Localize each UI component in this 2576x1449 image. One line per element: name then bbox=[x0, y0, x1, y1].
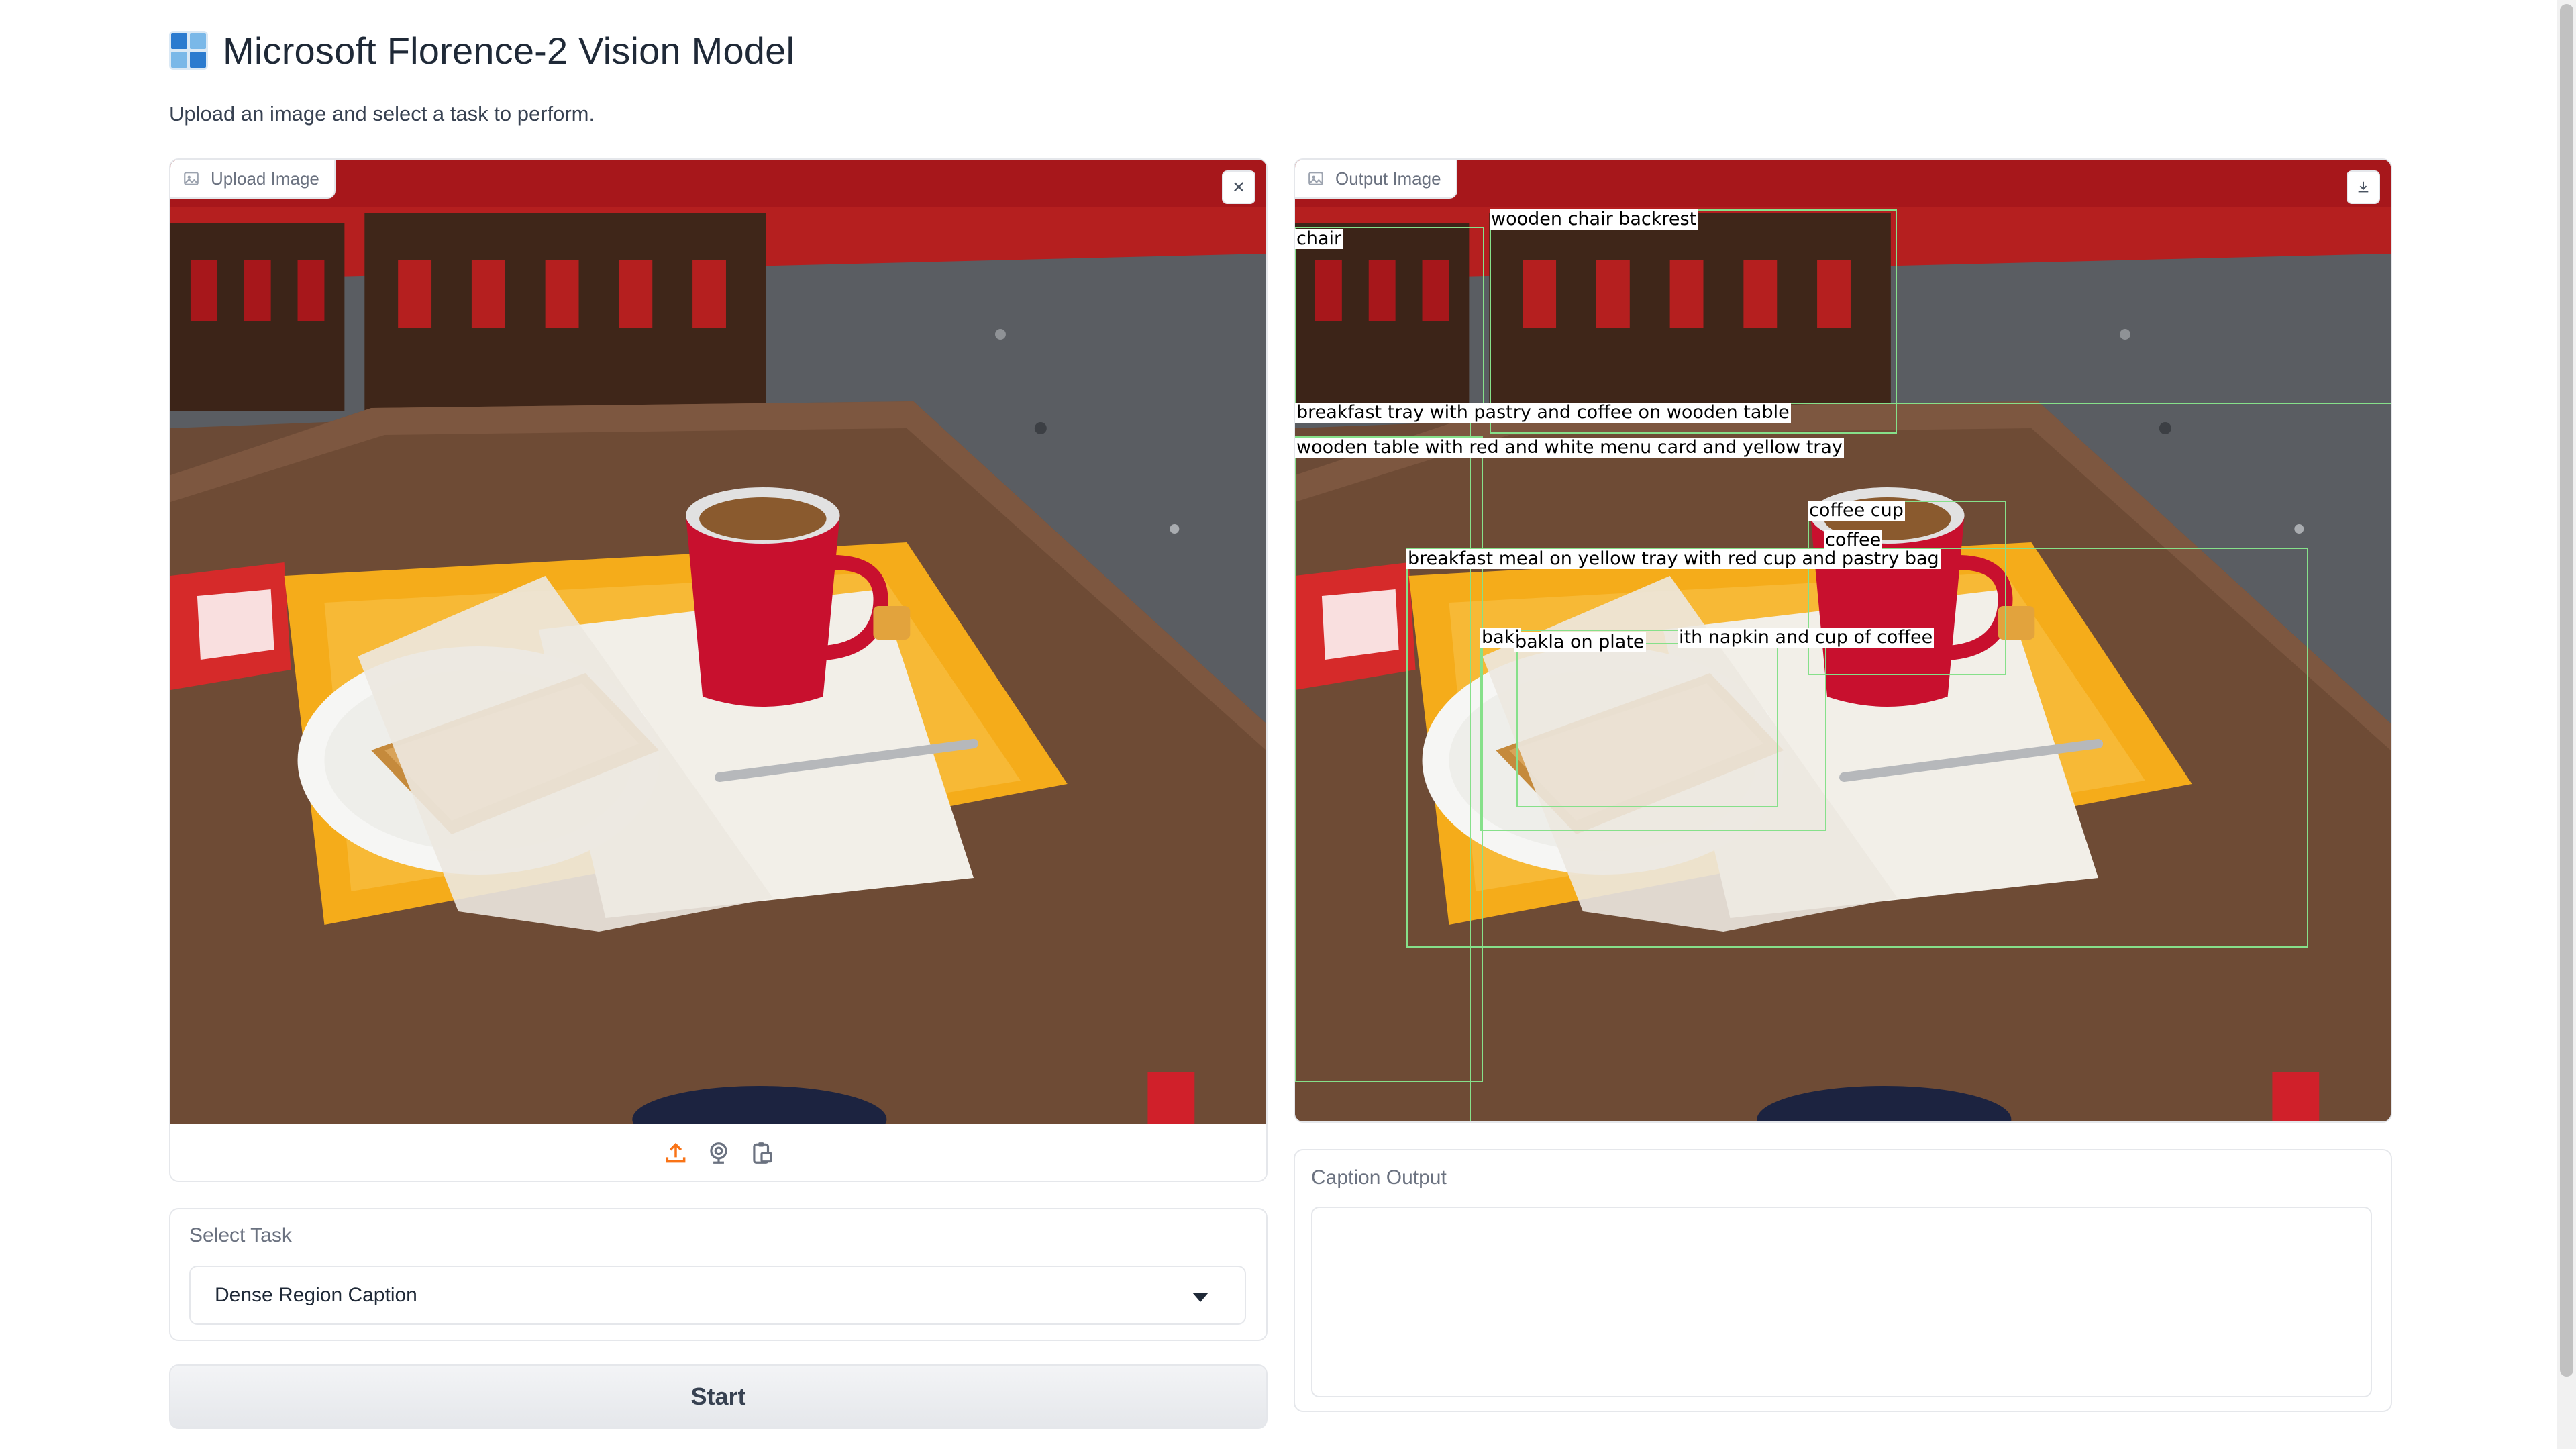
image-icon bbox=[184, 172, 199, 185]
detection-label: coffee cup bbox=[1808, 500, 1905, 521]
page-scrollbar[interactable] bbox=[2557, 0, 2576, 1449]
clear-image-button[interactable]: ✕ bbox=[1222, 170, 1255, 204]
output-image-label-text: Output Image bbox=[1335, 168, 1441, 189]
detection-label: wooden table with red and white menu car… bbox=[1295, 437, 1844, 458]
start-button[interactable]: Start bbox=[169, 1364, 1268, 1429]
detection-box-baklava-plate bbox=[1516, 643, 1778, 807]
caption-output-label: Caption Output bbox=[1311, 1166, 1447, 1189]
upload-icon[interactable] bbox=[663, 1140, 688, 1166]
detection-label: coffee bbox=[1824, 530, 1883, 550]
detection-box-chair bbox=[1295, 227, 1484, 415]
page-title: Microsoft Florence-2 Vision Model bbox=[223, 29, 795, 72]
caption-output-panel: Caption Output bbox=[1294, 1149, 2392, 1412]
webcam-icon[interactable] bbox=[706, 1140, 731, 1166]
scrollbar-thumb[interactable] bbox=[2560, 4, 2573, 1377]
chevron-down-icon[interactable] bbox=[1192, 1293, 1208, 1302]
app-header: Microsoft Florence-2 Vision Model bbox=[169, 26, 794, 75]
upload-source-toolbar bbox=[170, 1126, 1266, 1181]
upload-image-label-text: Upload Image bbox=[211, 168, 319, 189]
select-task-label: Select Task bbox=[189, 1224, 292, 1246]
detection-label: chair bbox=[1295, 228, 1343, 249]
detection-label: bakla on plate bbox=[1514, 632, 1646, 652]
task-dropdown-value: Dense Region Caption bbox=[215, 1284, 417, 1306]
detection-label: wooden chair backrest bbox=[1490, 209, 1698, 230]
output-image-panel: Output Image chair wooden chair backrest… bbox=[1294, 158, 2392, 1123]
close-icon: ✕ bbox=[1231, 178, 1246, 197]
clipboard-icon[interactable] bbox=[749, 1140, 774, 1166]
task-dropdown[interactable]: Dense Region Caption bbox=[189, 1266, 1246, 1325]
detection-label: breakfast tray with pastry and coffee on… bbox=[1295, 402, 1791, 423]
microsoft-logo-icon bbox=[169, 31, 208, 70]
detection-label: ith napkin and cup of coffee bbox=[1678, 627, 1935, 648]
output-image-label: Output Image bbox=[1295, 160, 1457, 199]
download-icon bbox=[2358, 181, 2369, 193]
upload-image-label: Upload Image bbox=[170, 160, 336, 199]
detection-box-chair-backrest bbox=[1490, 209, 1897, 434]
image-icon bbox=[1308, 172, 1323, 185]
caption-output-textarea[interactable] bbox=[1311, 1207, 2372, 1397]
page-subtitle: Upload an image and select a task to per… bbox=[169, 102, 595, 126]
upload-image-panel[interactable]: Upload Image ✕ bbox=[169, 158, 1268, 1182]
download-button[interactable] bbox=[2347, 170, 2380, 204]
task-select-panel: Select Task Dense Region Caption bbox=[169, 1208, 1268, 1341]
detection-label: breakfast meal on yellow tray with red c… bbox=[1406, 548, 1941, 569]
uploaded-photo bbox=[170, 160, 1266, 1124]
